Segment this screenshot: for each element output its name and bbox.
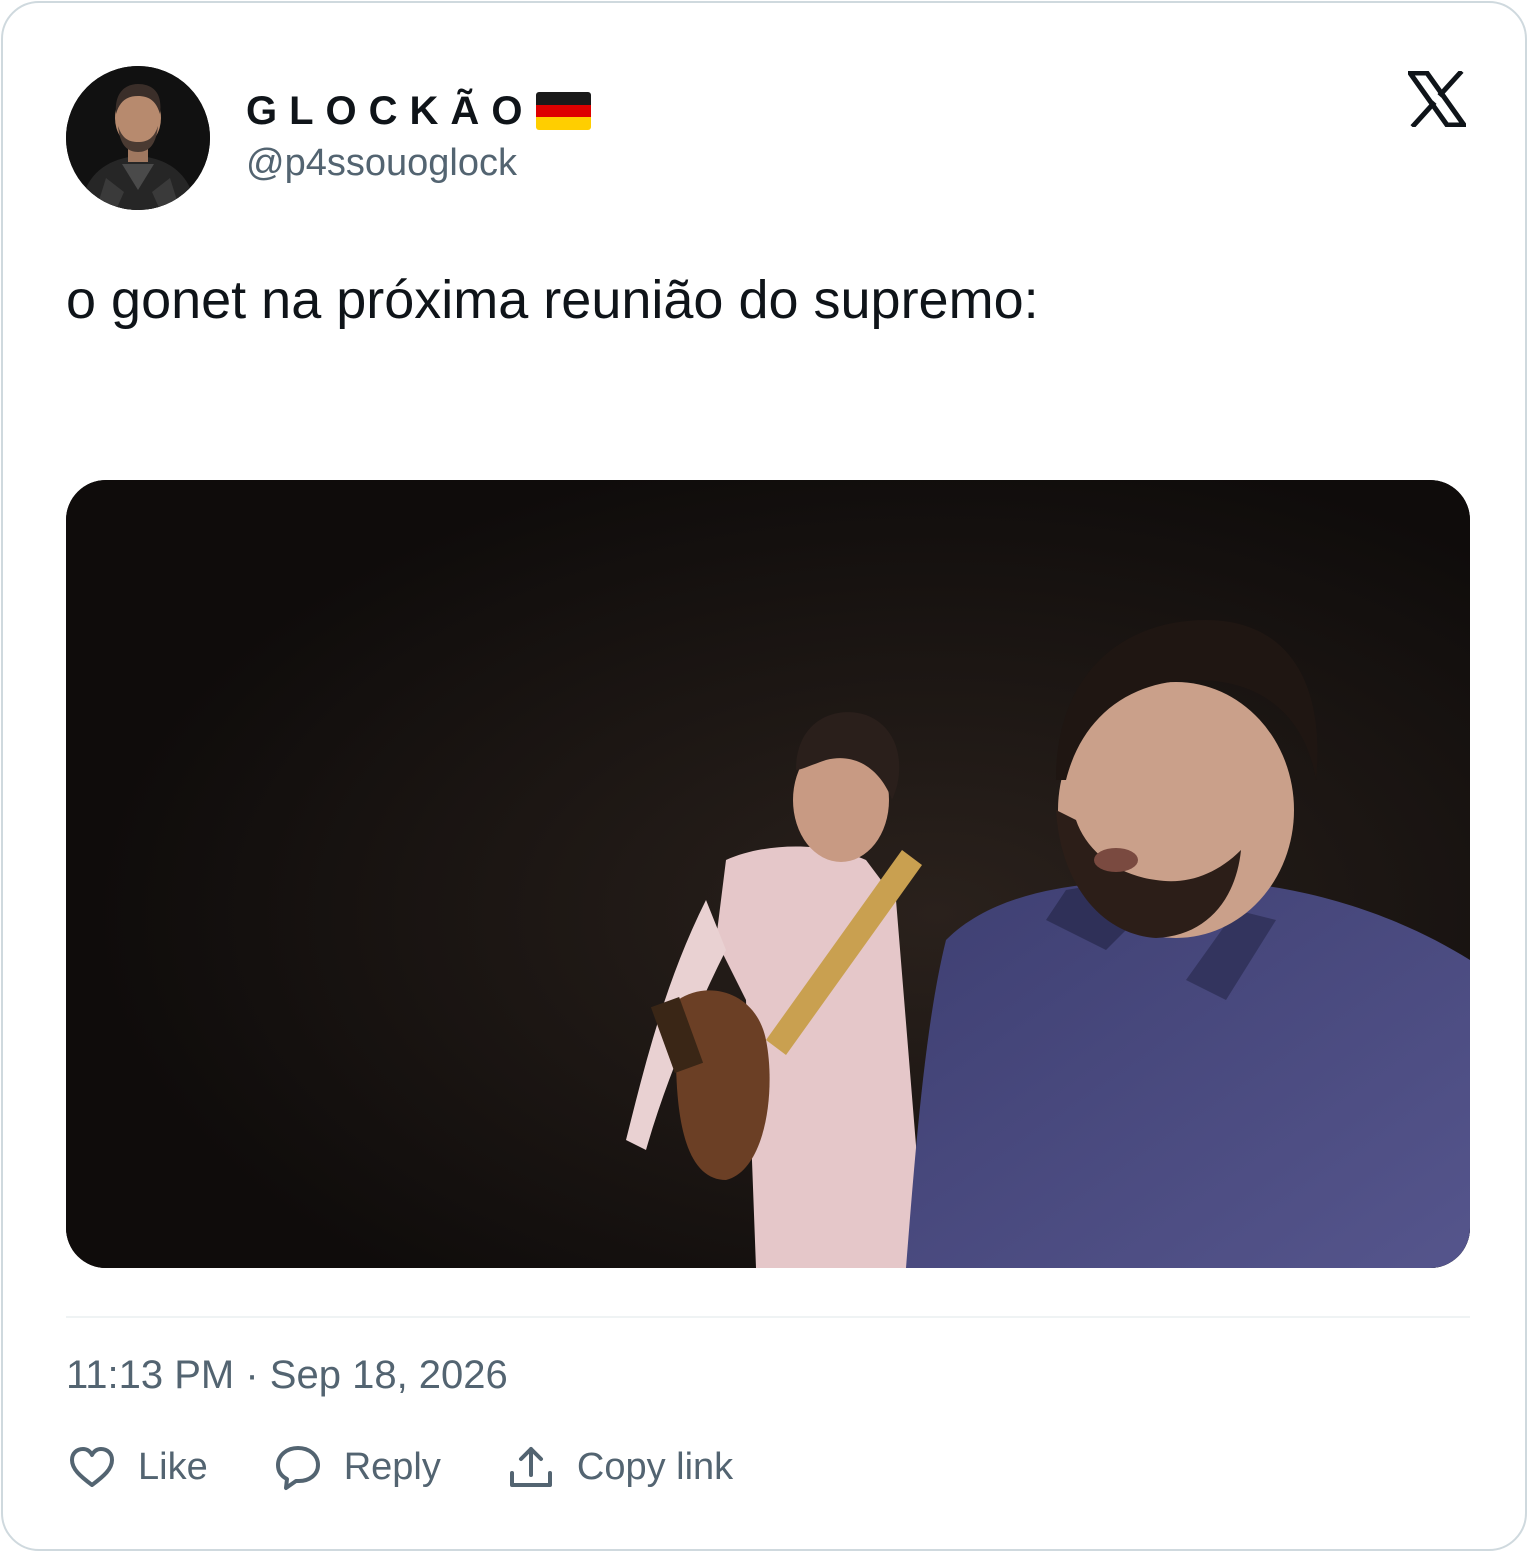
tweet-text: o gonet na próxima reunião do supremo: (66, 270, 1039, 330)
avatar[interactable] (66, 66, 210, 210)
copy-link-button[interactable]: Copy link (505, 1441, 733, 1493)
author-name-row[interactable]: GLOCKÃO (246, 85, 592, 137)
speech-bubble-icon (275, 1446, 320, 1490)
x-logo-icon[interactable] (1408, 71, 1466, 127)
action-bar: Like Reply Copy link (66, 1439, 797, 1495)
upload-icon (509, 1447, 552, 1487)
tweet-media-image[interactable] (66, 480, 1470, 1268)
reply-label: Reply (343, 1445, 441, 1488)
germany-flag-icon (536, 92, 592, 130)
author-handle[interactable]: @p4ssouoglock (246, 142, 517, 185)
divider (66, 1316, 1470, 1318)
like-label: Like (138, 1445, 208, 1488)
reply-button[interactable]: Reply (272, 1441, 441, 1493)
heart-icon (70, 1447, 114, 1487)
tweet-card: GLOCKÃO @p4ssouoglock o gonet na próxima… (1, 1, 1527, 1551)
tweet-timestamp[interactable]: 11:13 PM · Sep 18, 2026 (66, 1353, 508, 1398)
like-button[interactable]: Like (66, 1441, 208, 1493)
display-name[interactable]: GLOCKÃO (246, 89, 534, 134)
copy-link-label: Copy link (576, 1445, 734, 1488)
